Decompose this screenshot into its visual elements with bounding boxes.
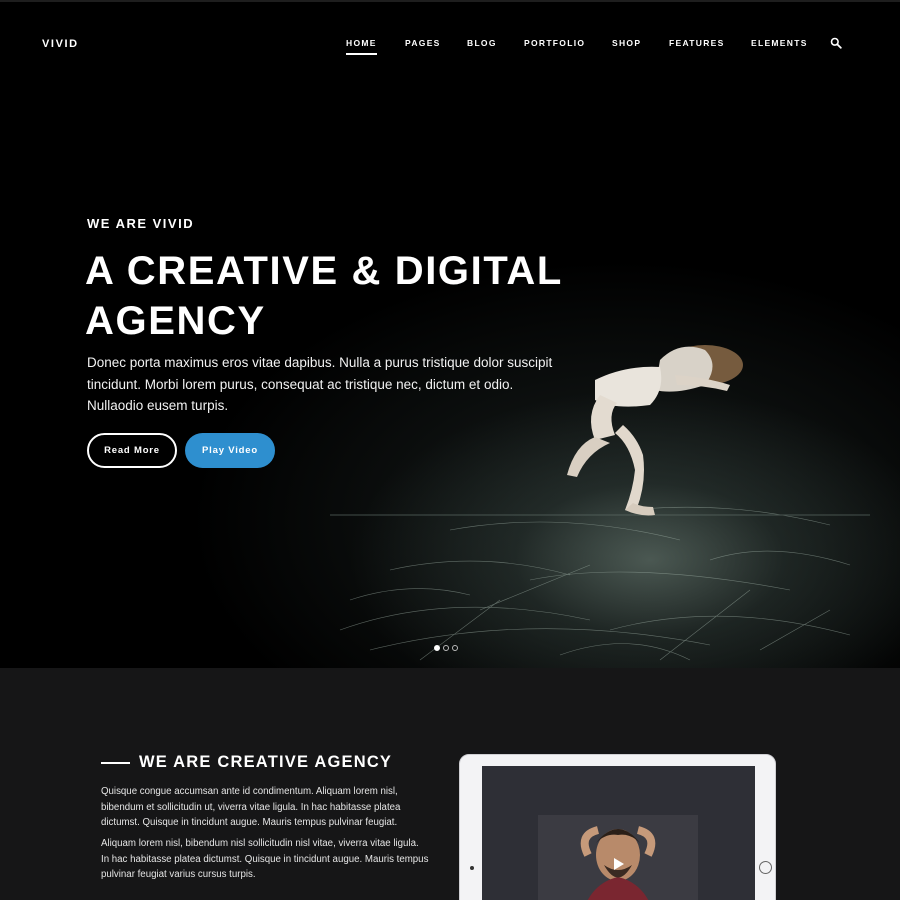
nav-portfolio[interactable]: PORTFOLIO	[524, 38, 585, 48]
para2-line-3: pulvinar feugiat varius cursus turpis.	[101, 869, 256, 880]
top-border	[0, 0, 900, 2]
section-title: WE ARE CREATIVE AGENCY	[139, 753, 393, 771]
slider-dot-3[interactable]	[452, 645, 458, 651]
tablet-mockup	[459, 754, 776, 900]
para2-line-2: In hac habitasse platea dictumst. Quisqu…	[101, 853, 429, 865]
lede-line-1: Donec porta maximus eros vitae dapibus. …	[87, 355, 553, 370]
nav-elements[interactable]: ELEMENTS	[751, 38, 808, 48]
nav-blog[interactable]: BLOG	[467, 38, 497, 48]
dancer-photo	[567, 345, 743, 516]
headline-line-2: AGENCY	[85, 299, 266, 343]
hero-description: Donec porta maximus eros vitae dapibus. …	[87, 352, 567, 417]
para1-line-3: dictumst. Quisque in tincidunt augue. Ma…	[101, 817, 398, 828]
para1-line-2: bibendum et sollicitudin ut, viverra vit…	[101, 801, 401, 813]
nav-features[interactable]: FEATURES	[669, 38, 725, 48]
nav-home[interactable]: HOME	[346, 38, 377, 55]
main-nav: HOME PAGES BLOG PORTFOLIO SHOP FEATURES …	[0, 38, 900, 58]
hero-headline: A CREATIVE & DIGITAL AGENCY	[85, 246, 605, 346]
nav-pages[interactable]: PAGES	[405, 38, 441, 48]
tablet-screen	[482, 766, 755, 900]
slider-pagination	[434, 645, 458, 653]
lede-line-2: tincidunt. Morbi lorem purus, consequat …	[87, 376, 514, 392]
para1-line-1: Quisque congue accumsan ante id condimen…	[101, 786, 398, 797]
headline-line-1: A CREATIVE & DIGITAL	[85, 249, 563, 293]
title-rule	[101, 762, 130, 764]
play-icon[interactable]	[613, 857, 625, 871]
tablet-home-button	[759, 861, 772, 874]
about-section: WE ARE CREATIVE AGENCY Quisque congue ac…	[0, 668, 900, 900]
slider-dot-2[interactable]	[443, 645, 449, 651]
about-paragraph-2: Aliquam lorem nisl, bibendum nisl sollic…	[101, 836, 446, 883]
hero-eyebrow: WE ARE VIVID	[87, 216, 195, 231]
read-more-button[interactable]: Read More	[87, 433, 177, 468]
about-paragraph-1: Quisque congue accumsan ante id condimen…	[101, 784, 446, 831]
tablet-camera	[470, 866, 474, 870]
search-icon[interactable]	[830, 37, 842, 49]
lede-line-3: Nullaodio eusem turpis.	[87, 398, 229, 413]
slider-dot-1[interactable]	[434, 645, 440, 651]
hero-slider: VIVID HOME PAGES BLOG PORTFOLIO SHOP FEA…	[0, 0, 900, 668]
nav-shop[interactable]: SHOP	[612, 38, 641, 48]
play-video-button[interactable]: Play Video	[185, 433, 275, 468]
para2-line-1: Aliquam lorem nisl, bibendum nisl sollic…	[101, 838, 419, 849]
